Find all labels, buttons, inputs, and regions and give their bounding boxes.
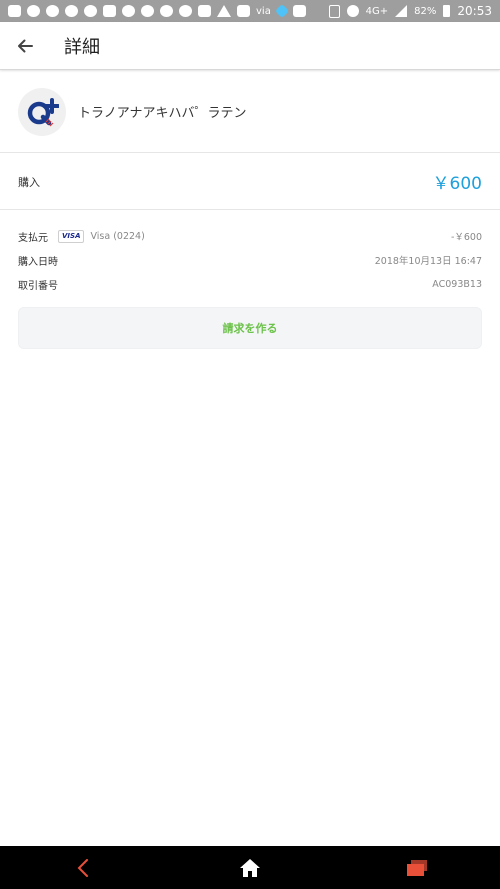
merchant-row: トラノアナアキハバ゜ラテン (0, 71, 500, 153)
create-invoice-button[interactable]: 請求を作る (18, 307, 482, 349)
merchant-name: トラノアナアキハバ゜ラテン (78, 106, 247, 121)
message-icon (8, 5, 21, 17)
purchase-datetime-row: 購入日時 2018年10月13日 16:47 (18, 248, 482, 272)
system-icons: 4G+ 82% 20:53 (328, 4, 492, 18)
payment-source-label: 支払元 (18, 232, 48, 244)
facebook-icon (103, 5, 116, 17)
diamond-icon (274, 5, 289, 17)
nav-home-button[interactable] (220, 846, 280, 889)
signal-icon (395, 5, 408, 17)
chat-bubble-icon (179, 5, 192, 17)
do-not-disturb-icon (346, 5, 359, 17)
purchase-datetime-label: 購入日時 (18, 256, 58, 268)
app-bar: 詳細 (0, 22, 500, 70)
merchant-logo (18, 87, 66, 136)
purchase-label: 購入 (18, 175, 40, 189)
arrow-left-icon (18, 39, 33, 52)
recents-icon (406, 859, 427, 876)
payment-source-label-group: 支払元 VISA Visa (0224) (18, 229, 145, 244)
chat-bubble-icon (27, 5, 40, 17)
swirl-icon (46, 5, 59, 17)
pinwheel-icon (84, 5, 97, 17)
warning-icon (217, 5, 231, 17)
transaction-number-row: 取引番号 AC093B13 (18, 272, 482, 296)
purchase-amount: ￥600 (432, 174, 482, 194)
back-button[interactable] (0, 22, 50, 70)
chat-bubble-icon (141, 5, 154, 17)
status-bar: via 4G+ 82% 20:53 (0, 0, 500, 22)
carrier-text: via (256, 5, 271, 17)
network-type: 4G+ (365, 5, 389, 17)
home-app-icon (198, 5, 211, 17)
swirl-icon (65, 5, 78, 17)
transaction-number-label: 取引番号 (18, 280, 58, 292)
payment-amount: -￥600 (450, 232, 482, 243)
nav-recents-button[interactable] (387, 846, 447, 889)
nav-back-icon (77, 858, 89, 877)
nav-back-button[interactable] (53, 846, 113, 889)
card-text: Visa (0224) (90, 230, 145, 242)
navigation-bar (0, 846, 500, 889)
visa-card-icon: VISA (58, 229, 85, 243)
image-icon (237, 5, 250, 17)
transaction-number-value: AC093B13 (432, 278, 482, 290)
battery-percent: 82% (414, 5, 437, 17)
chat-bubble-icon (160, 5, 173, 17)
page-title: 詳細 (64, 36, 100, 58)
clock: 20:53 (457, 4, 492, 18)
home-icon (239, 858, 260, 877)
payment-source-row: 支払元 VISA Visa (0224) -￥600 (18, 224, 482, 248)
transaction-details: 支払元 VISA Visa (0224) -￥600 購入日時 2018年10月… (18, 224, 482, 296)
battery-icon (443, 5, 451, 17)
q-plus-logo-icon (27, 97, 59, 126)
purchase-row: 購入 ￥600 (0, 154, 500, 210)
notification-icons: via (8, 5, 329, 17)
purchase-datetime-value: 2018年10月13日 16:47 (374, 256, 482, 267)
nfc-icon (328, 4, 340, 18)
chat-bubble-icon (122, 5, 135, 17)
app-icon (292, 5, 306, 17)
